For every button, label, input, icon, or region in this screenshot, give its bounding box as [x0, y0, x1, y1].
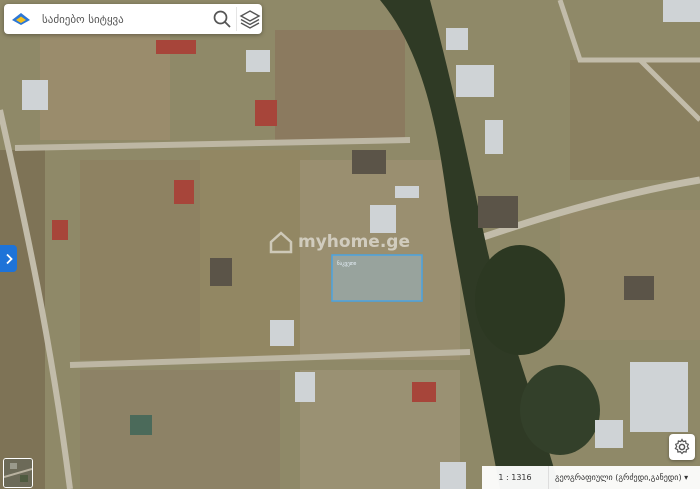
search-input[interactable] [40, 11, 194, 27]
layers-icon[interactable] [236, 7, 263, 31]
tree-cluster [520, 365, 600, 455]
settings-button[interactable] [669, 434, 695, 460]
search-icon[interactable] [212, 9, 232, 29]
tree-cluster [475, 245, 565, 355]
search-bar [4, 4, 262, 34]
settings-icon [674, 438, 690, 455]
sidebar-toggle-button[interactable] [0, 245, 17, 272]
field [275, 30, 405, 140]
basemap-switcher[interactable] [3, 458, 33, 488]
satellite-map[interactable]: ნაკვეთი [0, 0, 700, 489]
coordinate-system-select[interactable]: გეოგრაფიული (გრძედი,განედი) ▾ [549, 473, 700, 482]
field [40, 30, 170, 140]
green-roofs [130, 415, 152, 435]
field [560, 210, 700, 340]
map-status-bar: 1 : 1316 გეოგრაფიული (გრძედი,განედი) ▾ [482, 466, 700, 489]
field [80, 370, 280, 489]
chevron-right-icon [5, 253, 13, 264]
logo-icon [12, 13, 30, 25]
coordinate-system-label: გეოგრაფიული (გრძედი,განედი) [555, 473, 682, 482]
field [570, 60, 700, 180]
scale-readout: 1 : 1316 [482, 466, 549, 489]
parcel-label: ნაკვეთი [337, 260, 357, 267]
minimap-thumbnail [4, 459, 32, 487]
